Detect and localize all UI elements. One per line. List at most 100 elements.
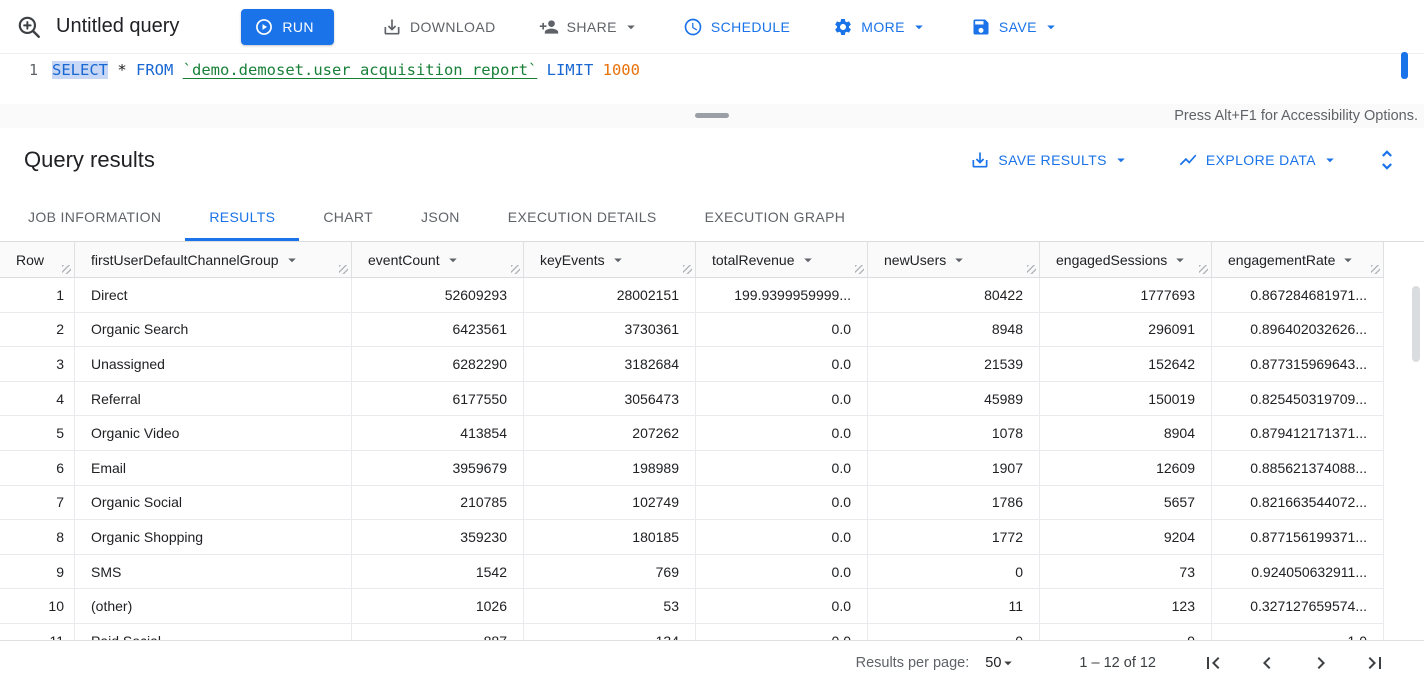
column-resize-handle[interactable] <box>683 265 692 274</box>
column-resize-handle[interactable] <box>1371 265 1380 274</box>
editor-scrollbar[interactable] <box>1401 52 1408 79</box>
save-button-label: SAVE <box>999 19 1037 35</box>
expand-results-button[interactable] <box>1374 147 1400 173</box>
sort-caret-icon[interactable] <box>1171 251 1189 269</box>
run-button[interactable]: RUN <box>241 9 334 45</box>
sort-caret-icon[interactable] <box>609 251 627 269</box>
table-cell: SMS <box>75 555 352 589</box>
table-cell: Email <box>75 451 352 485</box>
table-cell: 73 <box>1040 555 1212 589</box>
table-cell: 0 <box>868 555 1040 589</box>
column-header-Row[interactable]: Row <box>0 242 75 277</box>
first-page-button[interactable] <box>1201 651 1225 675</box>
sort-caret-icon[interactable] <box>950 251 968 269</box>
table-cell: 0.821663544072... <box>1212 486 1384 520</box>
chevron-down-icon <box>1321 151 1339 169</box>
sql-code-line[interactable]: SELECT * FROM `demo.demoset.user_acquisi… <box>52 54 640 104</box>
tab-json[interactable]: JSON <box>397 192 484 241</box>
tab-execution-details[interactable]: EXECUTION DETAILS <box>484 192 681 241</box>
table-cell: 3182684 <box>524 347 696 381</box>
save-results-button[interactable]: SAVE RESULTS <box>957 142 1143 178</box>
chevron-down-icon <box>622 18 640 36</box>
column-label: engagementRate <box>1228 252 1335 268</box>
table-cell: 0.0 <box>696 313 868 347</box>
sql-token-plain <box>173 61 182 79</box>
tab-results[interactable]: RESULTS <box>185 192 299 241</box>
sort-caret-icon[interactable] <box>1339 251 1357 269</box>
row-number-cell: 5 <box>0 416 75 450</box>
save-results-icon <box>970 150 990 170</box>
table-cell: 0.0 <box>696 486 868 520</box>
row-number-cell: 8 <box>0 520 75 554</box>
share-button-label: SHARE <box>567 19 617 35</box>
column-resize-handle[interactable] <box>1199 265 1208 274</box>
download-button[interactable]: DOWNLOAD <box>369 9 509 45</box>
table-cell: 53 <box>524 589 696 623</box>
column-resize-handle[interactable] <box>855 265 864 274</box>
results-actions: SAVE RESULTS EXPLORE DATA <box>957 142 1400 178</box>
results-tab-bar: JOB INFORMATIONRESULTSCHARTJSONEXECUTION… <box>0 192 1424 242</box>
table-cell: 1542 <box>352 555 524 589</box>
table-cell: 0.0 <box>696 624 868 640</box>
column-label: eventCount <box>368 252 440 268</box>
sql-token-table-link[interactable]: `demo.demoset.user_acquisition_report` <box>183 61 538 79</box>
sort-caret-icon[interactable] <box>799 251 817 269</box>
sql-token-plain <box>593 61 602 79</box>
explore-data-button[interactable]: EXPLORE DATA <box>1165 142 1352 178</box>
save-button[interactable]: SAVE <box>958 9 1073 45</box>
column-header-firstUserDefaultChannelGroup[interactable]: firstUserDefaultChannelGroup <box>75 242 352 277</box>
table-cell: Organic Social <box>75 486 352 520</box>
row-number-cell: 11 <box>0 624 75 640</box>
column-resize-handle[interactable] <box>62 265 71 274</box>
chevron-down-icon <box>999 654 1017 672</box>
tab-execution-graph[interactable]: EXECUTION GRAPH <box>681 192 870 241</box>
row-number-cell: 2 <box>0 313 75 347</box>
sql-editor[interactable]: 1 SELECT * FROM `demo.demoset.user_acqui… <box>0 54 1424 104</box>
play-icon <box>254 17 274 37</box>
next-page-button[interactable] <box>1309 651 1333 675</box>
previous-page-button[interactable] <box>1255 651 1279 675</box>
explore-chart-icon <box>1178 150 1198 170</box>
query-icon <box>16 14 42 40</box>
table-cell: 198989 <box>524 451 696 485</box>
table-cell: Unassigned <box>75 347 352 381</box>
table-cell: 0.924050632911... <box>1212 555 1384 589</box>
column-header-eventCount[interactable]: eventCount <box>352 242 524 277</box>
table-cell: 413854 <box>352 416 524 450</box>
table-cell: 28002151 <box>524 278 696 312</box>
column-header-engagedSessions[interactable]: engagedSessions <box>1040 242 1212 277</box>
column-resize-handle[interactable] <box>339 265 348 274</box>
tab-chart[interactable]: CHART <box>299 192 397 241</box>
column-header-newUsers[interactable]: newUsers <box>868 242 1040 277</box>
table-cell: 0 <box>868 624 1040 640</box>
query-results-header: Query results SAVE RESULTS EXPLORE DATA <box>0 128 1424 192</box>
column-label: engagedSessions <box>1056 252 1167 268</box>
column-header-engagementRate[interactable]: engagementRate <box>1212 242 1384 277</box>
table-cell: 0.0 <box>696 416 868 450</box>
table-row: 2Organic Search642356137303610.089482960… <box>0 313 1384 348</box>
table-scrollbar[interactable] <box>1412 286 1420 362</box>
last-page-button[interactable] <box>1363 651 1387 675</box>
sort-caret-icon[interactable] <box>283 251 301 269</box>
schedule-button[interactable]: SCHEDULE <box>670 9 803 45</box>
tab-job-information[interactable]: JOB INFORMATION <box>4 192 185 241</box>
results-table: RowfirstUserDefaultChannelGroup eventCoun… <box>0 242 1424 640</box>
panel-resize-handle[interactable] <box>695 113 729 118</box>
column-label: newUsers <box>884 252 946 268</box>
column-header-keyEvents[interactable]: keyEvents <box>524 242 696 277</box>
results-per-page-label: Results per page: <box>856 655 970 671</box>
sort-caret-icon[interactable] <box>444 251 462 269</box>
more-button[interactable]: MORE <box>820 9 941 45</box>
row-number-cell: 6 <box>0 451 75 485</box>
table-cell: 0.879412171371... <box>1212 416 1384 450</box>
column-header-totalRevenue[interactable]: totalRevenue <box>696 242 868 277</box>
query-title: Untitled query <box>56 15 179 38</box>
column-resize-handle[interactable] <box>511 265 520 274</box>
table-cell: 11 <box>868 589 1040 623</box>
sql-token-number: 1000 <box>603 61 640 79</box>
table-row: 4Referral617755030564730.0459891500190.8… <box>0 382 1384 417</box>
results-per-page-select[interactable]: 50 <box>985 654 1017 672</box>
column-resize-handle[interactable] <box>1027 265 1036 274</box>
share-button[interactable]: SHARE <box>526 9 653 45</box>
table-cell: 3056473 <box>524 382 696 416</box>
